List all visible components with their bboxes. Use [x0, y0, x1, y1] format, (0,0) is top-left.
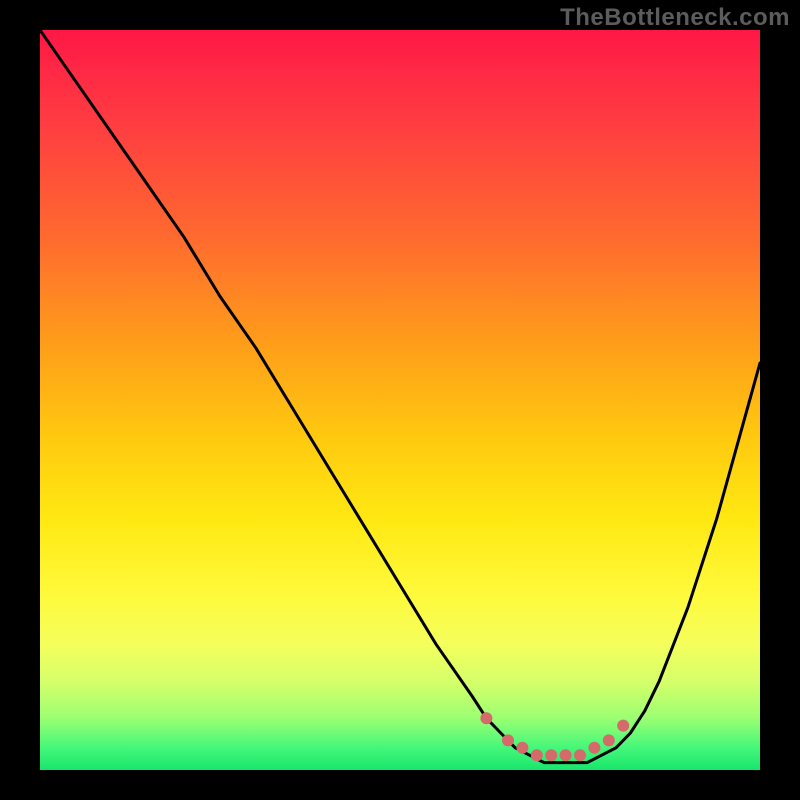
optimal-point — [617, 720, 629, 732]
optimal-point — [502, 734, 514, 746]
chart-frame: TheBottleneck.com — [0, 0, 800, 800]
optimal-point — [603, 734, 615, 746]
optimal-point — [531, 749, 543, 761]
optimal-point — [574, 749, 586, 761]
optimal-point — [545, 749, 557, 761]
watermark-text: TheBottleneck.com — [560, 4, 790, 32]
plot-area — [40, 30, 760, 770]
optimal-point — [516, 742, 528, 754]
bottleneck-curve — [40, 30, 760, 763]
optimal-point — [560, 749, 572, 761]
optimal-point — [588, 742, 600, 754]
optimal-point — [480, 712, 492, 724]
curve-layer — [40, 30, 760, 770]
